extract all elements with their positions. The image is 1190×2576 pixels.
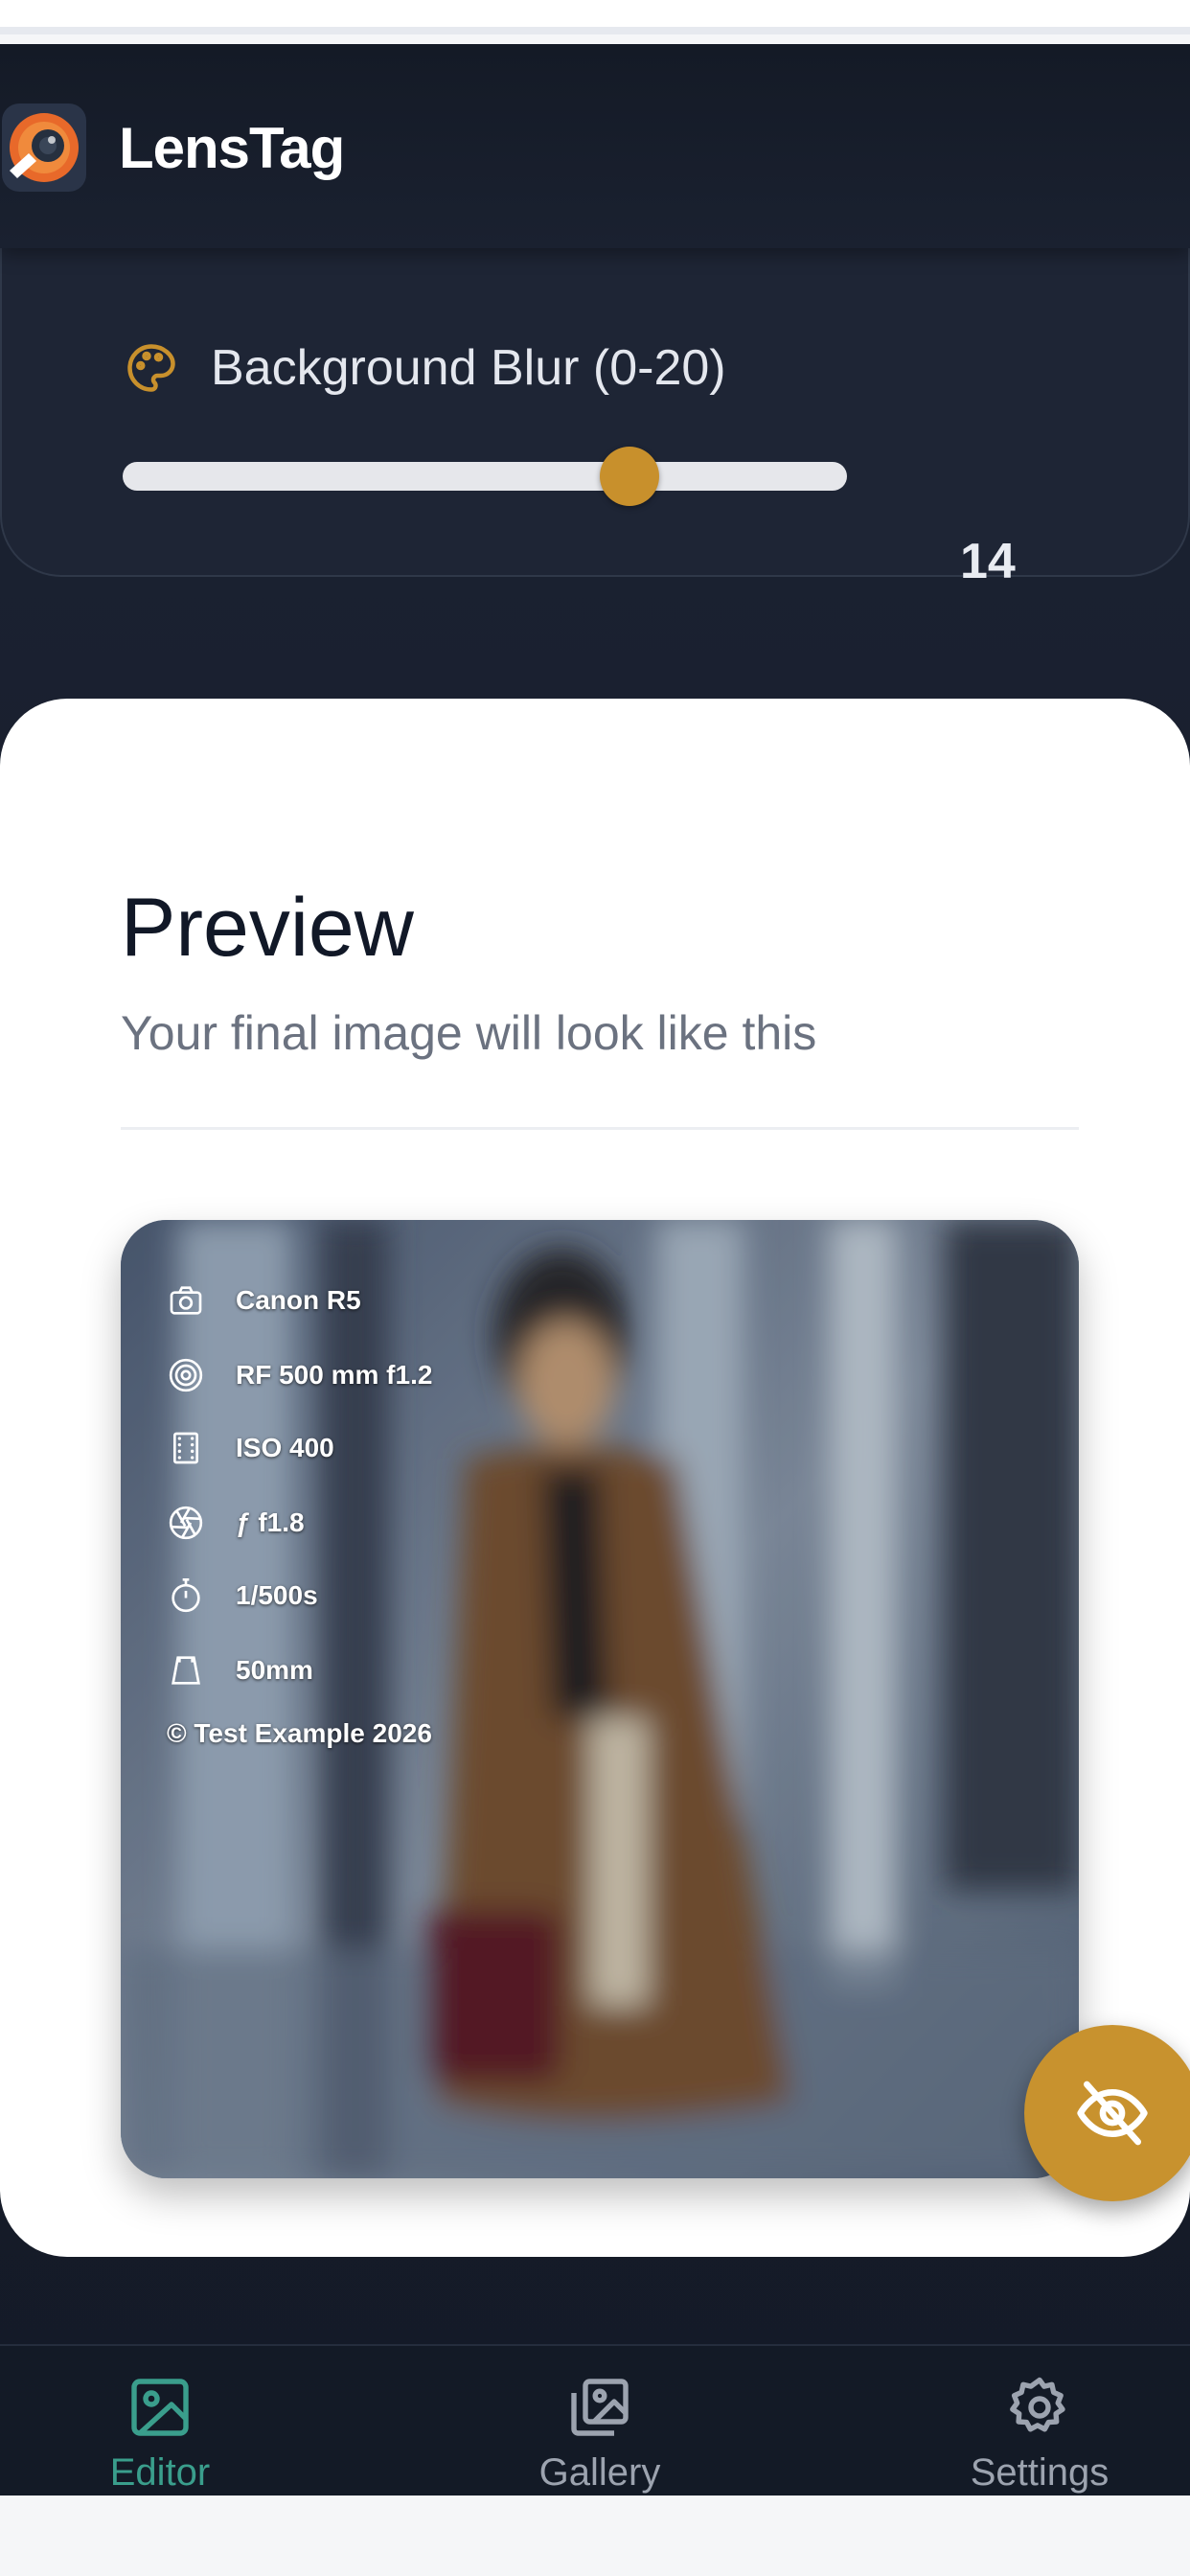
overlay-focal: 50mm <box>167 1651 313 1690</box>
aperture-icon <box>169 1506 203 1540</box>
bottom-tab-bar: Editor Gallery Settings <box>0 2344 1190 2496</box>
lens-icon <box>169 1358 203 1392</box>
overlay-text: Canon R5 <box>236 1285 361 1315</box>
tab-label: Editor <box>109 2451 211 2494</box>
blur-value: 14 <box>960 534 1016 589</box>
palette-icon <box>127 344 175 392</box>
overlay-text: 50mm <box>236 1655 313 1685</box>
preview-subtitle: Your final image will look like this <box>121 1006 817 1060</box>
focal-length-icon <box>172 1656 200 1685</box>
camera-icon <box>170 1286 202 1315</box>
divider <box>121 1127 1079 1130</box>
image-icon <box>131 2379 189 2436</box>
gear-icon <box>1010 2377 1065 2432</box>
overlay-text: ISO 400 <box>236 1433 334 1462</box>
app-title: LensTag <box>119 116 345 180</box>
preview-card: Preview Your final image will look like … <box>0 699 1190 2257</box>
app-logo <box>2 104 86 192</box>
slider-track[interactable] <box>123 462 847 491</box>
timer-icon <box>172 1578 200 1613</box>
overlay-iso: ISO 400 <box>167 1429 334 1467</box>
preview-image: Canon R5 RF 500 mm f1.2 ISO 400 ƒ f1.8 1… <box>121 1220 1079 2178</box>
overlay-text: 1/500s <box>236 1580 318 1610</box>
tab-label: Settings <box>970 2451 1110 2494</box>
preview-title: Preview <box>121 882 414 974</box>
status-strip <box>0 0 1190 34</box>
overlay-text: ƒ f1.8 <box>236 1507 305 1537</box>
tab-editor[interactable]: Editor <box>16 2373 304 2495</box>
overlay-camera: Canon R5 <box>167 1281 361 1320</box>
blur-label: Background Blur (0-20) <box>211 340 726 396</box>
eye-off-icon <box>1077 2081 1148 2146</box>
overlay-aperture: ƒ f1.8 <box>167 1504 305 1542</box>
tab-gallery[interactable]: Gallery <box>456 2373 744 2495</box>
app-screen: Background Blur (0-20) 14 LensTag Previe… <box>0 44 1190 2496</box>
overlay-shutter: 1/500s <box>167 1576 318 1615</box>
blur-slider[interactable] <box>123 447 847 506</box>
toggle-overlay-button[interactable] <box>1024 2025 1190 2201</box>
tab-label: Gallery <box>538 2451 661 2494</box>
overlay-lens: RF 500 mm f1.2 <box>167 1356 432 1394</box>
app-header: LensTag <box>0 44 1190 248</box>
gallery-icon <box>571 2379 629 2436</box>
overlay-text: RF 500 mm f1.2 <box>236 1360 433 1390</box>
tab-settings[interactable]: Settings <box>896 2373 1183 2495</box>
overlay-copyright: © Test Example 2026 <box>167 1718 432 1748</box>
film-icon <box>173 1432 198 1464</box>
slider-thumb[interactable] <box>600 447 660 506</box>
